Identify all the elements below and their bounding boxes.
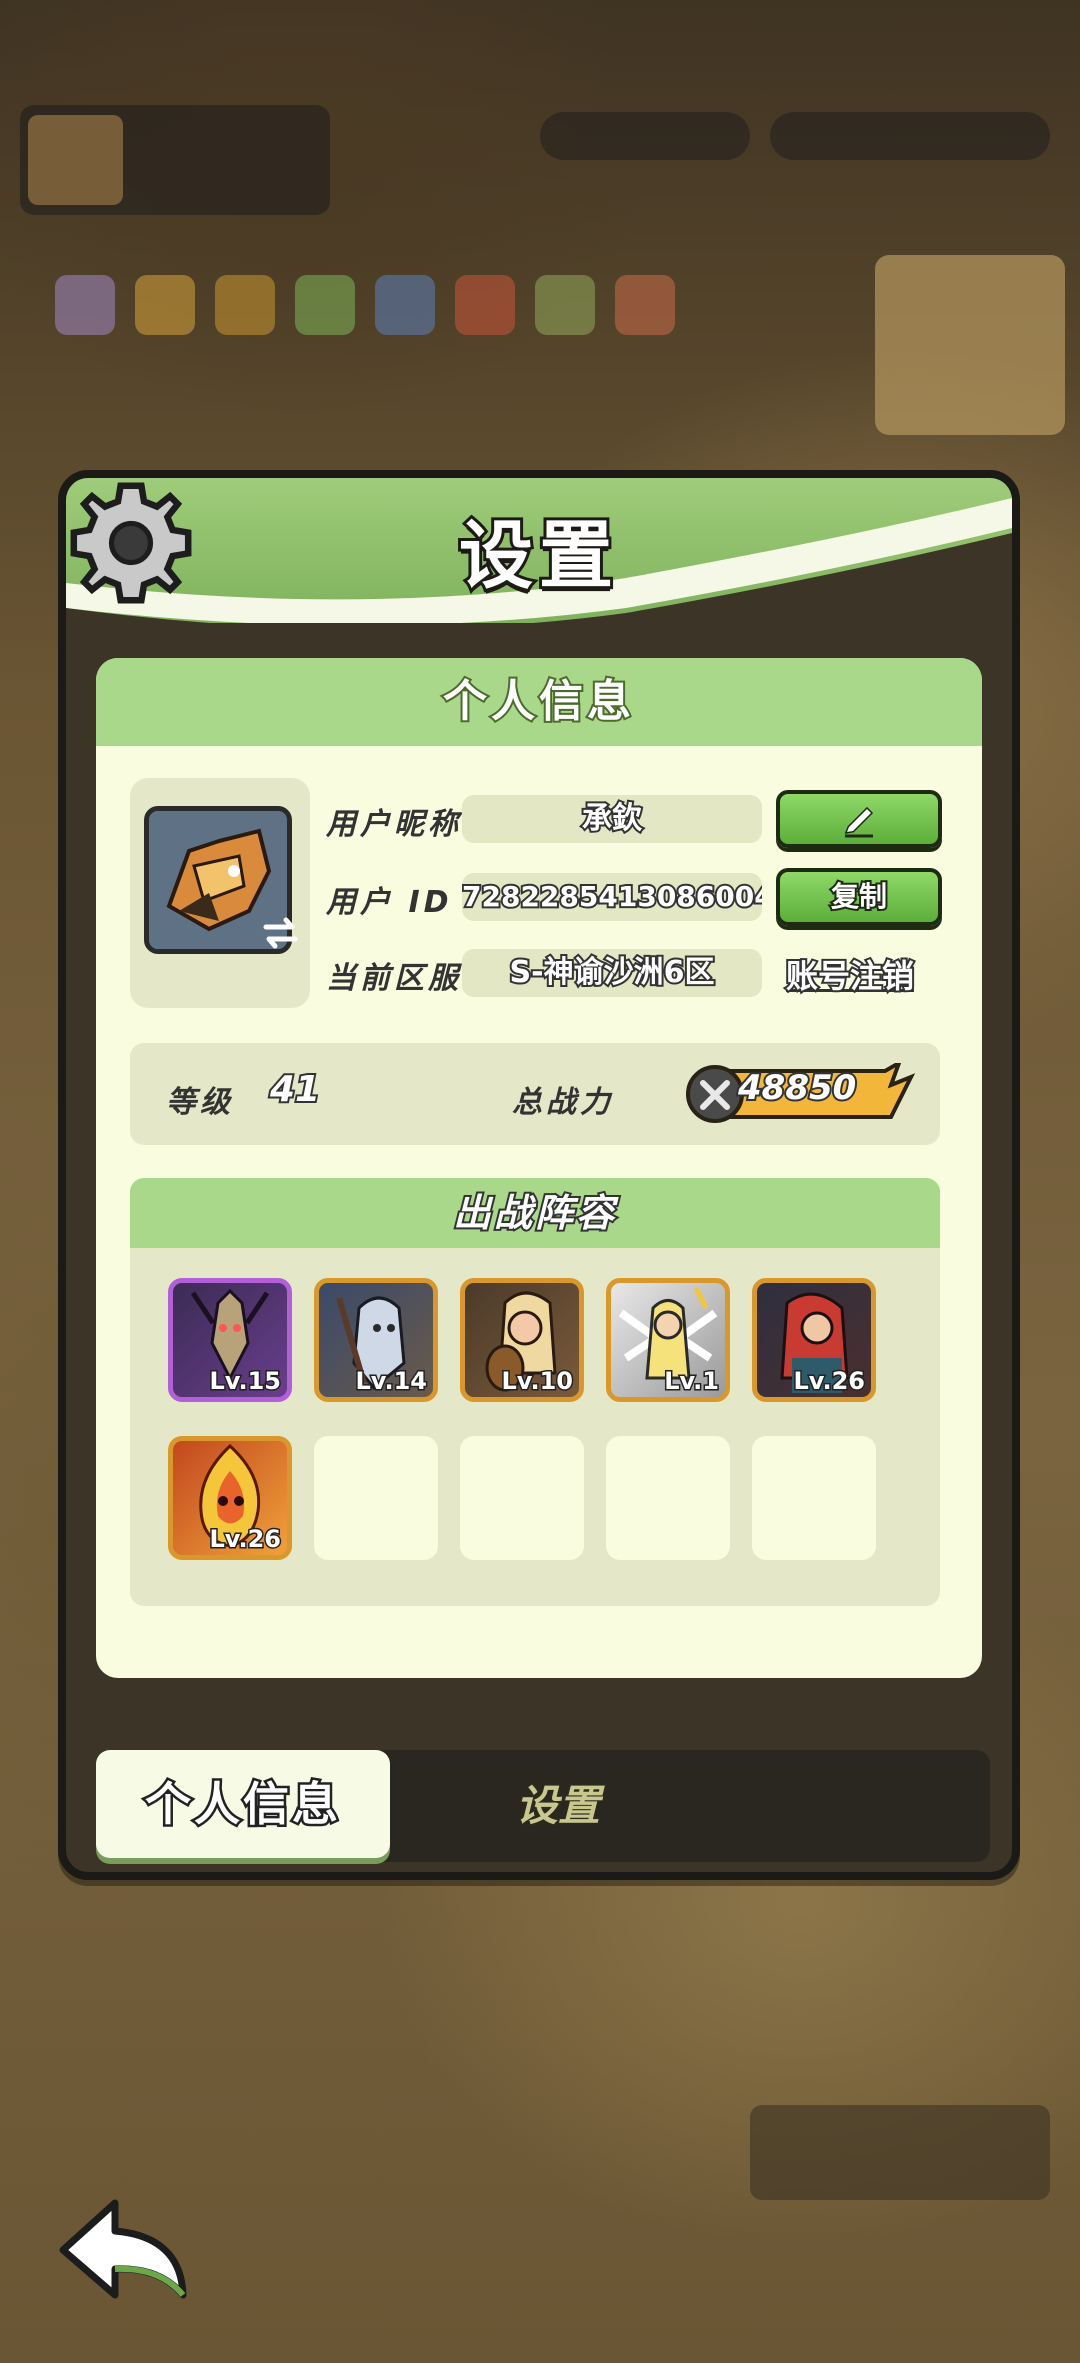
battle-lineup: 出战阵容 Lv.15 Lv.14 Lv.10 Lv.1 Lv.26 Lv.26 bbox=[130, 1178, 940, 1606]
hero-level: Lv.14 bbox=[354, 1366, 428, 1397]
background-resource-coins bbox=[770, 112, 1050, 160]
empty-hero-slot[interactable] bbox=[606, 1436, 730, 1560]
settings-panel: 设置 个人信息 用户昵称 承欽 用户 ID 728228541308600 复制… bbox=[58, 470, 1020, 1880]
hero-slot[interactable]: Lv.26 bbox=[168, 1436, 292, 1560]
background-player-avatar bbox=[28, 115, 123, 205]
tab-settings[interactable]: 设置 bbox=[514, 1750, 602, 1862]
level-label: 等级 bbox=[166, 1085, 234, 1120]
edit-nickname-button[interactable] bbox=[776, 790, 942, 848]
lineup-title: 出战阵容 bbox=[130, 1178, 940, 1248]
empty-hero-slot[interactable] bbox=[752, 1436, 876, 1560]
hero-level: Lv.15 bbox=[208, 1366, 282, 1397]
pencil-icon bbox=[844, 806, 874, 838]
background-resource-gems bbox=[540, 112, 750, 160]
hero-slot[interactable]: Lv.10 bbox=[460, 1278, 584, 1402]
user-id-label: 用户 ID bbox=[326, 885, 453, 920]
tab-bar: 个人信息 设置 bbox=[96, 1750, 990, 1862]
background-bottom-card bbox=[750, 2105, 1050, 2200]
tab-personal-info[interactable]: 个人信息 bbox=[96, 1750, 390, 1858]
copy-button[interactable]: 复制 bbox=[776, 868, 942, 926]
background-icon-row bbox=[55, 275, 695, 345]
nickname-value: 承欽 bbox=[462, 795, 762, 843]
account-deletion-link[interactable]: 账号注销 bbox=[784, 951, 916, 997]
empty-hero-slot[interactable] bbox=[314, 1436, 438, 1560]
swap-arrows-icon[interactable] bbox=[258, 913, 303, 953]
personal-info-card: 个人信息 用户昵称 承欽 用户 ID 728228541308600 复制 当前… bbox=[96, 658, 982, 1678]
panel-title: 设置 bbox=[456, 510, 619, 602]
hero-slot[interactable]: Lv.15 bbox=[168, 1278, 292, 1402]
section-title: 个人信息 bbox=[96, 658, 982, 746]
server-label: 当前区服 bbox=[326, 961, 462, 996]
power-label: 总战力 bbox=[512, 1085, 614, 1120]
hero-level: Lv.26 bbox=[208, 1524, 282, 1555]
server-value: S-神谕沙洲6区 bbox=[462, 949, 762, 997]
stats-bar: 等级 41 总战力 48850 bbox=[130, 1043, 940, 1145]
back-arrow-icon[interactable] bbox=[55, 2195, 195, 2305]
empty-hero-slot[interactable] bbox=[460, 1436, 584, 1560]
power-value: 48850 bbox=[736, 1066, 858, 1110]
user-id-value: 7282285413086004958 bbox=[462, 873, 762, 921]
hero-slot[interactable]: Lv.26 bbox=[752, 1278, 876, 1402]
hero-slot[interactable]: Lv.14 bbox=[314, 1278, 438, 1402]
background-minimap bbox=[875, 255, 1065, 435]
nickname-label: 用户昵称 bbox=[326, 807, 462, 842]
avatar-container[interactable] bbox=[130, 778, 310, 1008]
hero-level: Lv.26 bbox=[792, 1366, 866, 1397]
panel-header: 设置 bbox=[66, 478, 1012, 623]
hero-level: Lv.10 bbox=[500, 1366, 574, 1397]
level-value: 41 bbox=[268, 1067, 322, 1112]
hero-slot[interactable]: Lv.1 bbox=[606, 1278, 730, 1402]
hero-level: Lv.1 bbox=[663, 1366, 721, 1397]
